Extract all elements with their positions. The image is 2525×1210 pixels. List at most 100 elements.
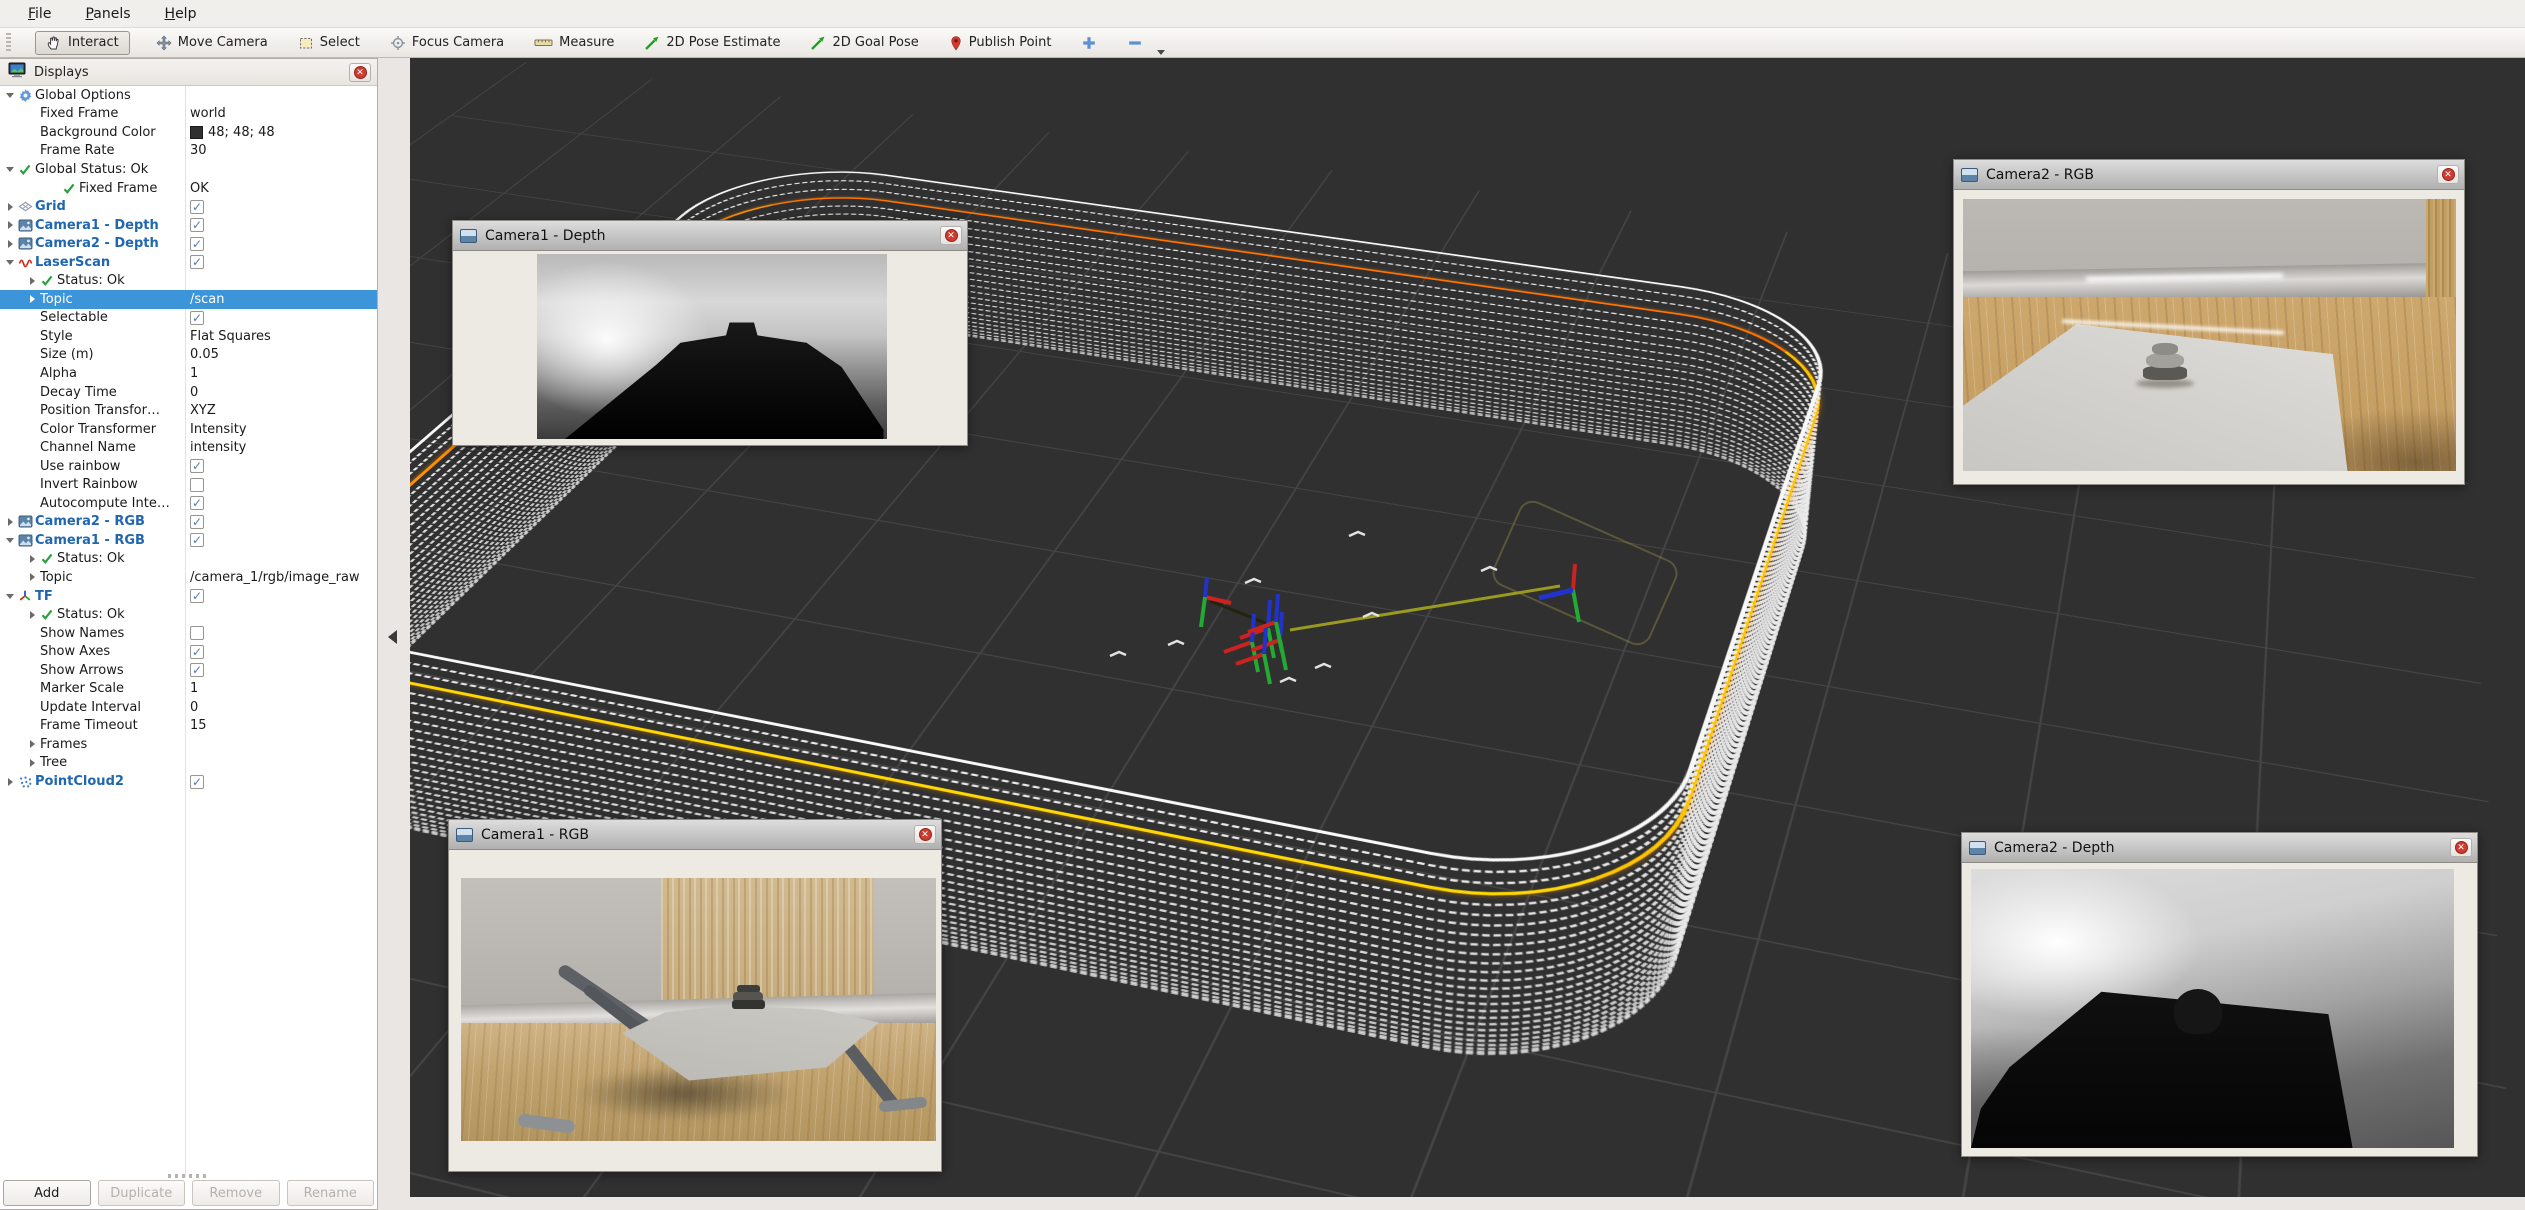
checkbox-unchecked[interactable] [190,478,204,492]
tree-row-alpha[interactable]: Alpha1 [0,364,377,383]
expand-arrow-icon[interactable] [4,777,18,787]
window-close-button[interactable]: ✕ [2437,165,2459,184]
tree-row-global-options[interactable]: Global Options [0,86,377,105]
menu-item-file[interactable]: File [28,6,51,22]
tree-row-camera2-depth[interactable]: Camera2 - Depth✓ [0,234,377,253]
checkbox-checked[interactable]: ✓ [190,200,204,214]
panel-splitter-handle[interactable] [168,1174,210,1178]
value-text[interactable]: /camera_1/rgb/image_raw [190,570,360,585]
checkbox-checked[interactable]: ✓ [190,218,204,232]
tool-publish-point[interactable]: Publish Point [945,32,1056,54]
value-text[interactable]: 1 [190,681,198,696]
value-text[interactable]: 0.05 [190,347,219,362]
tree-row-camera2-rgb[interactable]: Camera2 - RGB✓ [0,513,377,532]
tool-2d-pose-estimate[interactable]: 2D Pose Estimate [640,32,784,54]
tree-row-show-axes[interactable]: Show Axes✓ [0,642,377,661]
tree-row-status-ok[interactable]: Status: Ok [0,550,377,569]
tree-row-fixed-frame[interactable]: Fixed FrameOK [0,179,377,198]
tree-row-invert-rainbow[interactable]: Invert Rainbow [0,475,377,494]
tree-row-marker-scale[interactable]: Marker Scale1 [0,680,377,699]
value-text[interactable]: /scan [190,292,225,307]
tree-row-selectable[interactable]: Selectable✓ [0,309,377,328]
expand-arrow-icon[interactable] [26,610,40,620]
tree-row-topic[interactable]: Topic/camera_1/rgb/image_raw [0,568,377,587]
tree-row-status-ok[interactable]: Status: Ok [0,271,377,290]
checkbox-checked[interactable]: ✓ [190,645,204,659]
window-titlebar[interactable]: Camera1 - Depth ✕ [453,221,967,251]
tree-row-channel-name[interactable]: Channel Nameintensity [0,438,377,457]
color-swatch[interactable] [190,126,203,139]
tool-2d-goal-pose[interactable]: 2D Goal Pose [806,32,922,54]
expand-arrow-icon[interactable] [4,517,18,527]
window-titlebar[interactable]: Camera2 - Depth ✕ [1962,833,2477,863]
window-close-button[interactable]: ✕ [940,226,962,245]
checkbox-checked[interactable]: ✓ [190,663,204,677]
tree-row-tree[interactable]: Tree [0,754,377,773]
tree-row-frame-timeout[interactable]: Frame Timeout15 [0,717,377,736]
tree-row-position-transfor-[interactable]: Position Transfor…XYZ [0,401,377,420]
window-titlebar[interactable]: Camera1 - RGB ✕ [449,820,941,850]
add-button[interactable]: Add [3,1180,91,1206]
expand-arrow-icon[interactable] [4,257,18,267]
tree-row-global-status-ok[interactable]: Global Status: Ok [0,160,377,179]
value-text[interactable]: XYZ [190,403,216,418]
tree-row-grid[interactable]: Grid✓ [0,197,377,216]
expand-arrow-icon[interactable] [4,164,18,174]
value-text[interactable]: Intensity [190,422,247,437]
expand-arrow-icon[interactable] [26,739,40,749]
tool-move-camera[interactable]: Move Camera [152,32,272,54]
value-text[interactable]: 30 [190,143,207,158]
checkbox-unchecked[interactable] [190,626,204,640]
expand-arrow-icon[interactable] [4,239,18,249]
expand-arrow-icon[interactable] [4,202,18,212]
value-text[interactable]: intensity [190,440,246,455]
expand-arrow-icon[interactable] [4,535,18,545]
tree-row-use-rainbow[interactable]: Use rainbow✓ [0,457,377,476]
expand-arrow-icon[interactable] [4,90,18,100]
tool-measure[interactable]: Measure [530,32,618,53]
tree-row-show-arrows[interactable]: Show Arrows✓ [0,661,377,680]
tree-row-decay-time[interactable]: Decay Time0 [0,383,377,402]
value-text[interactable]: 0 [190,700,198,715]
checkbox-checked[interactable]: ✓ [190,255,204,269]
window-titlebar[interactable]: Camera2 - RGB ✕ [1954,160,2464,190]
value-text[interactable]: 15 [190,718,207,733]
tree-row-camera1-depth[interactable]: Camera1 - Depth✓ [0,216,377,235]
tree-row-laserscan[interactable]: LaserScan✓ [0,253,377,272]
tree-row-camera1-rgb[interactable]: Camera1 - RGB✓ [0,531,377,550]
tree-row-fixed-frame[interactable]: Fixed Frameworld [0,105,377,124]
value-text[interactable]: 0 [190,385,198,400]
value-text[interactable]: world [190,106,226,121]
tree-row-frames[interactable]: Frames [0,735,377,754]
expand-arrow-icon[interactable] [4,220,18,230]
tool-interact[interactable]: Interact [35,31,130,55]
checkbox-checked[interactable]: ✓ [190,459,204,473]
checkbox-checked[interactable]: ✓ [190,533,204,547]
window-close-button[interactable]: ✕ [2450,838,2472,857]
value-text[interactable]: 1 [190,366,198,381]
menu-item-panels[interactable]: Panels [85,6,130,22]
tool-select[interactable]: Select [294,32,364,54]
tree-row-background-color[interactable]: Background Color48; 48; 48 [0,123,377,142]
tree-row-update-interval[interactable]: Update Interval0 [0,698,377,717]
tree-row-pointcloud2[interactable]: PointCloud2✓ [0,772,377,791]
tree-row-tf[interactable]: TF✓ [0,587,377,606]
expand-arrow-icon[interactable] [26,276,40,286]
window-close-button[interactable]: ✕ [914,825,936,844]
tree-row-size-m-[interactable]: Size (m)0.05 [0,346,377,365]
expand-arrow-icon[interactable] [26,294,40,304]
value-text[interactable]: 48; 48; 48 [208,125,275,140]
tool-plus[interactable] [1077,32,1101,54]
checkbox-checked[interactable]: ✓ [190,589,204,603]
tree-row-frame-rate[interactable]: Frame Rate30 [0,142,377,161]
tree-row-style[interactable]: StyleFlat Squares [0,327,377,346]
dropdown-caret-icon[interactable] [1157,50,1165,55]
checkbox-checked[interactable]: ✓ [190,311,204,325]
tree-row-autocompute-inte-[interactable]: Autocompute Inte…✓ [0,494,377,513]
tree-row-show-names[interactable]: Show Names [0,624,377,643]
checkbox-checked[interactable]: ✓ [190,775,204,789]
checkbox-checked[interactable]: ✓ [190,496,204,510]
expand-arrow-icon[interactable] [26,572,40,582]
panel-collapse-arrow[interactable] [388,630,397,644]
tree-row-status-ok[interactable]: Status: Ok [0,605,377,624]
